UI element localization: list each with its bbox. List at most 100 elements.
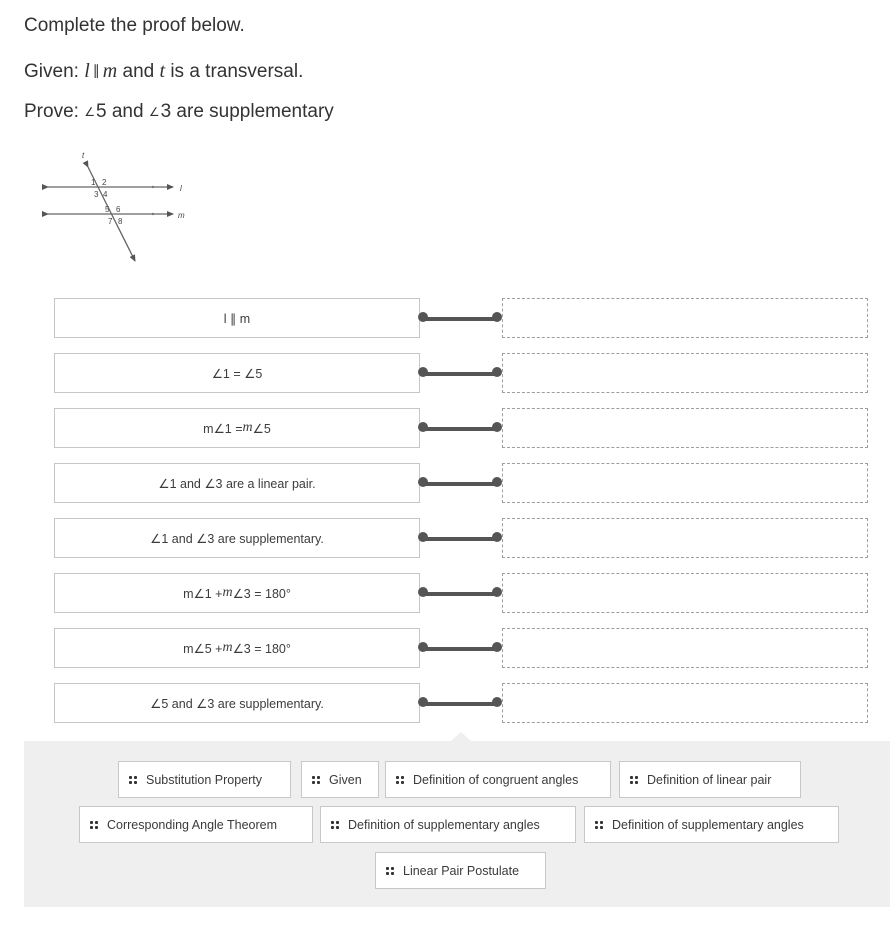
drag-handle-icon — [630, 775, 638, 784]
connector-line — [421, 482, 497, 486]
statement-box: ∠1 and ∠3 are a linear pair. — [54, 463, 420, 503]
connector-dot — [492, 532, 502, 542]
statement-text: ∠5 — [252, 421, 271, 436]
choice-label: Given — [329, 772, 362, 787]
drag-handle-icon — [386, 866, 394, 875]
drag-handle-icon — [595, 820, 603, 829]
statement-text: m∠1 = — [203, 421, 243, 436]
angle-label-1: 1 — [91, 178, 96, 187]
choice-chip[interactable]: Definition of linear pair — [619, 761, 801, 798]
proof-row: ∠1 and ∠3 are a linear pair. — [54, 463, 868, 503]
connector-line — [421, 647, 497, 651]
statement-box: m∠1 + m ∠3 = 180° — [54, 573, 420, 613]
angle-icon: ∠ — [148, 105, 160, 119]
prove-label: Prove: — [24, 101, 85, 122]
line-m: m — [102, 60, 118, 82]
transversal-diagram: t l m 1 2 3 4 5 6 7 8 — [42, 151, 185, 262]
connector-dot — [418, 532, 428, 542]
prove-statement: Prove: ∠5 and ∠3 are supplementary — [24, 101, 334, 123]
connector-dot — [492, 367, 502, 377]
reason-drop-zone[interactable] — [502, 518, 868, 558]
choice-chip[interactable]: Definition of supplementary angles — [584, 806, 839, 843]
reason-drop-zone[interactable] — [502, 353, 868, 393]
connector-line — [421, 317, 497, 321]
connector-dot — [418, 422, 428, 432]
label-m: m — [178, 211, 185, 220]
connector-dot — [418, 312, 428, 322]
connector-dot — [492, 477, 502, 487]
statement-box: ∠1 = ∠5 — [54, 353, 420, 393]
reason-drop-zone[interactable] — [502, 683, 868, 723]
reason-drop-zone[interactable] — [502, 298, 868, 338]
reason-drop-zone[interactable] — [502, 573, 868, 613]
angle-label-5: 5 — [105, 205, 110, 214]
statement-text: ∠3 = 180° — [232, 586, 291, 601]
drag-handle-icon — [396, 775, 404, 784]
statement-box: ∠1 and ∠3 are supplementary. — [54, 518, 420, 558]
proof-row: l ∥ m — [54, 298, 868, 338]
parallel-symbol: ∥ — [92, 62, 100, 78]
reason-drop-zone[interactable] — [502, 408, 868, 448]
connector-dot — [492, 697, 502, 707]
choice-chip[interactable]: Given — [301, 761, 379, 798]
connector-dot — [492, 312, 502, 322]
drag-handle-icon — [90, 820, 98, 829]
proof-row: m∠1 = m ∠5 — [54, 408, 868, 448]
choice-label: Corresponding Angle Theorem — [107, 817, 278, 832]
angle-icon: ∠ — [84, 105, 95, 119]
angle-label-6: 6 — [116, 205, 121, 214]
angle-label-2: 2 — [102, 178, 107, 187]
choice-chip[interactable]: Linear Pair Postulate — [375, 852, 546, 889]
reason-drop-zone[interactable] — [502, 463, 868, 503]
reason-drop-zone[interactable] — [502, 628, 868, 668]
statement-text: m — [222, 640, 233, 655]
label-t: t — [82, 151, 85, 160]
choice-chip[interactable]: Substitution Property — [118, 761, 291, 798]
parallel-tick-l — [151, 185, 155, 189]
statement-text: ∠5 and ∠3 are supplementary. — [150, 696, 324, 711]
choice-label: Definition of supplementary angles — [348, 817, 540, 832]
angle-label-7: 7 — [108, 217, 113, 226]
question-title: Complete the proof below. — [24, 15, 245, 36]
choice-label: Substitution Property — [146, 772, 263, 787]
angle-5: 5 — [95, 101, 107, 122]
connector-dot — [492, 422, 502, 432]
prove-suffix: are supplementary — [171, 101, 334, 122]
statement-text: m∠5 + — [183, 641, 223, 656]
choice-chip[interactable]: Definition of supplementary angles — [320, 806, 576, 843]
connector-dot — [492, 642, 502, 652]
connector-dot — [418, 587, 428, 597]
given-statement: Given: l ∥ m and t is a transversal. — [24, 60, 303, 83]
proof-row: m∠5 + m ∠3 = 180° — [54, 628, 868, 668]
connector-line — [421, 702, 497, 706]
choice-label: Definition of congruent angles — [413, 772, 579, 787]
statement-text: m∠1 + — [183, 586, 223, 601]
choice-label: Definition of supplementary angles — [612, 817, 804, 832]
choice-chip[interactable]: Corresponding Angle Theorem — [79, 806, 313, 843]
choice-label: Definition of linear pair — [647, 772, 772, 787]
choice-chip[interactable]: Definition of congruent angles — [385, 761, 611, 798]
angle-label-8: 8 — [118, 217, 123, 226]
statement-box: m∠5 + m ∠3 = 180° — [54, 628, 420, 668]
choice-label: Linear Pair Postulate — [403, 863, 520, 878]
statement-box: m∠1 = m ∠5 — [54, 408, 420, 448]
given-suffix: is a transversal. — [165, 61, 304, 82]
statement-text: m — [222, 585, 233, 600]
statement-text: ∠1 and ∠3 are supplementary. — [150, 531, 324, 546]
statement-box: l ∥ m — [54, 298, 420, 338]
connector-dot — [418, 642, 428, 652]
proof-row: ∠5 and ∠3 are supplementary. — [54, 683, 868, 723]
statement-box: ∠5 and ∠3 are supplementary. — [54, 683, 420, 723]
angle-3: 3 — [160, 101, 172, 122]
label-l: l — [180, 184, 182, 193]
statement-text: m — [242, 420, 253, 435]
statement-text: ∠1 and ∠3 are a linear pair. — [158, 476, 316, 491]
connector-line — [421, 592, 497, 596]
tray-notch — [451, 732, 471, 741]
statement-text: ∠3 = 180° — [232, 641, 291, 656]
drag-handle-icon — [312, 775, 320, 784]
connector-dot — [418, 367, 428, 377]
angle-label-4: 4 — [103, 190, 108, 199]
connector-line — [421, 537, 497, 541]
proof-row: ∠1 and ∠3 are supplementary. — [54, 518, 868, 558]
